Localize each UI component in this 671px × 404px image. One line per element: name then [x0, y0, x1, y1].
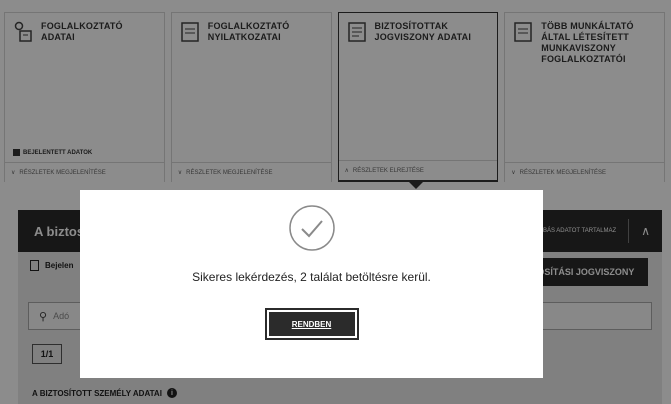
check-circle-icon	[288, 205, 335, 251]
ok-button[interactable]: RENDBEN	[264, 308, 359, 340]
success-dialog: Sikeres lekérdezés, 2 találat betöltésre…	[80, 190, 543, 378]
dialog-message: Sikeres lekérdezés, 2 találat betöltésre…	[192, 270, 431, 284]
